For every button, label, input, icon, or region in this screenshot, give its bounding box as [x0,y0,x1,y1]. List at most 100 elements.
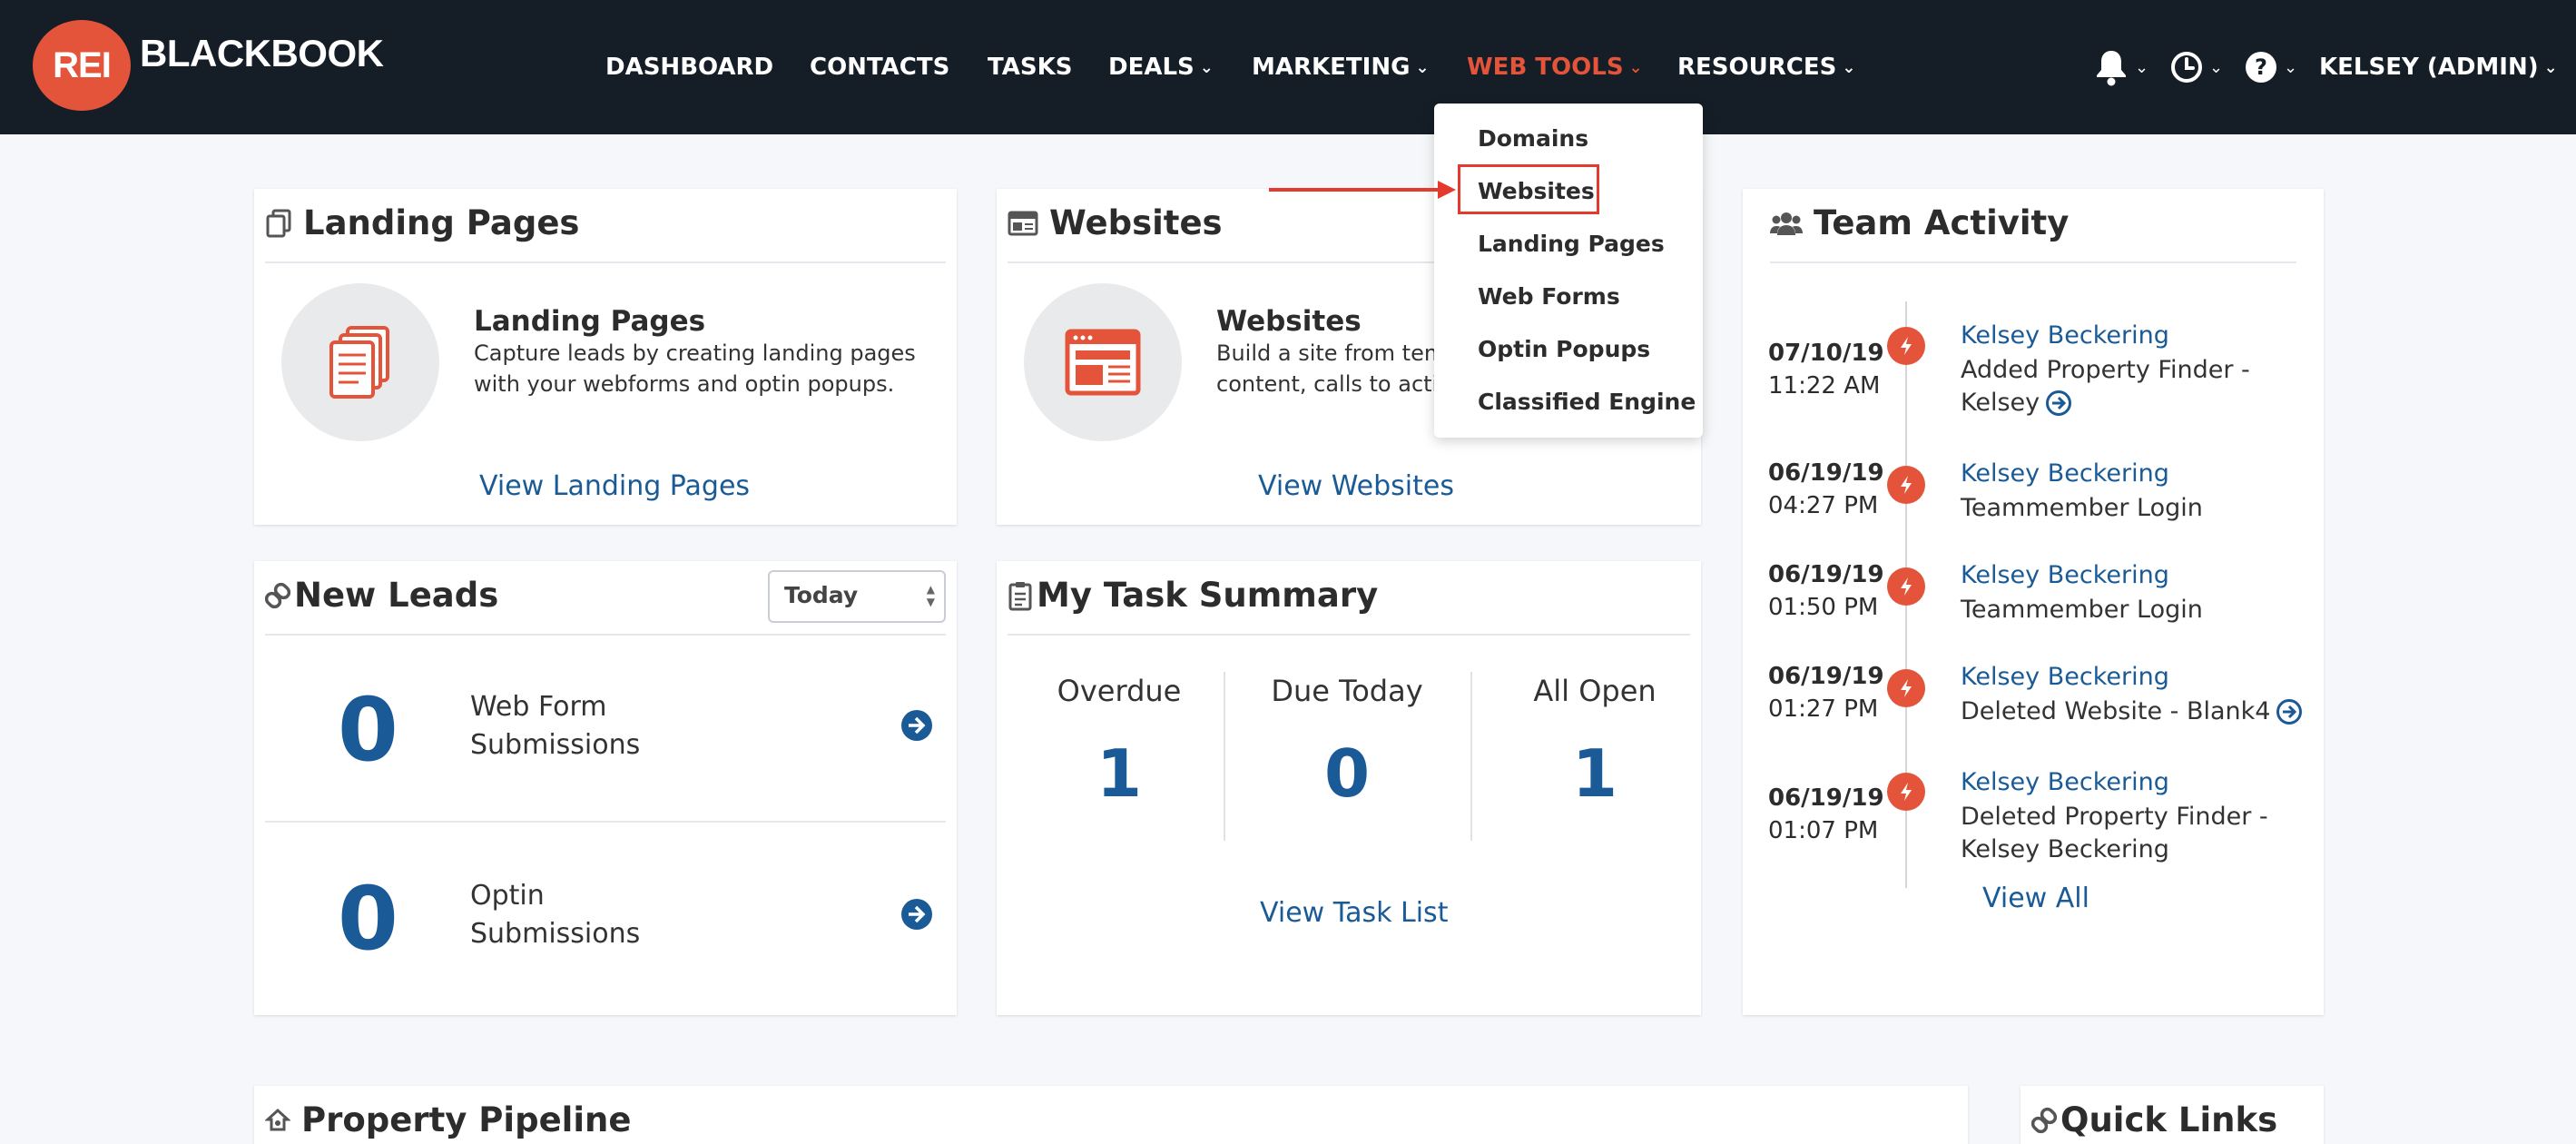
history-button[interactable]: ⌄ [2169,45,2223,89]
nav-resources[interactable]: RESOURCES ⌄ [1677,47,1855,87]
activity-date: 07/10/19 [1768,340,1884,367]
task-summary-panel: My Task Summary Overdue 1 Due Today 0 Al… [997,561,1701,1015]
nav-deals[interactable]: DEALS ⌄ [1108,47,1214,87]
label-line: Submissions [470,729,641,761]
top-navbar: REI BLACKBOOK DASHBOARD CONTACTS TASKS D… [0,0,2576,134]
nav-dashboard-label: DASHBOARD [605,54,774,81]
activity-date: 06/19/19 [1768,459,1884,487]
menu-item-optin-popups[interactable]: Optin Popups [1478,336,1650,362]
activity-text: Deleted Website - Blank4 [1961,695,2306,728]
description-line: with your webforms and optin popups. [474,371,895,397]
activity-user-link[interactable]: Kelsey Beckering [1961,459,2169,488]
activity-text: Teammember Login [1961,596,2203,624]
new-leads-title: New Leads [294,576,499,615]
all-open-label: All Open [1533,674,1657,708]
activity-time: 04:27 PM [1768,492,1879,519]
help-icon: ? [2246,52,2276,83]
brand-logo[interactable]: REI BLACKBOOK [33,20,384,111]
optin-label: Optin Submissions [470,877,640,953]
arrow-circle-right-icon[interactable] [900,709,933,742]
logo-badge: REI [33,20,131,111]
overdue-label: Overdue [1057,674,1182,708]
menu-item-domains[interactable]: Domains [1478,125,1588,152]
task-summary-title: My Task Summary [1037,576,1379,615]
feature-description: Capture leads by creating landing pages … [474,338,946,399]
due-today-count[interactable]: 0 [1224,735,1470,812]
clock-icon [2171,52,2202,83]
arrow-circle-right-icon[interactable] [2045,390,2072,417]
landing-pages-title: Landing Pages [303,203,580,242]
view-task-list-link[interactable]: View Task List [1260,897,1448,929]
description-line: Capture leads by creating landing pages [474,340,916,366]
panel-title: Websites [1008,203,1223,242]
panel-title: Quick Links [2031,1100,2277,1139]
web-form-count: 0 [338,679,398,781]
activity-time: 01:50 PM [1768,594,1879,621]
divider [265,821,946,823]
activity-user-link[interactable]: Kelsey Beckering [1961,321,2169,350]
web-tools-dropdown: Domains Websites Landing Pages Web Forms… [1434,104,1703,438]
chevron-down-icon: ⌄ [1199,58,1214,77]
activity-text: Teammember Login [1961,494,2203,522]
activity-line: Added Property Finder - [1961,356,2250,384]
web-form-label: Web Form Submissions [470,688,640,764]
menu-item-landing-pages[interactable]: Landing Pages [1478,231,1665,257]
arrow-circle-right-icon[interactable] [2276,698,2303,725]
nav-web-tools[interactable]: WEB TOOLS ⌄ [1467,47,1643,87]
arrow-circle-right-icon[interactable] [900,898,933,931]
chevron-down-icon: ⌄ [2543,58,2558,77]
divider [265,261,946,263]
activity-text: Deleted Property Finder - Kelsey Beckeri… [1961,801,2287,866]
panel-title: Property Pipeline [265,1100,631,1139]
menu-item-classified-engine[interactable]: Classified Engine [1478,389,1696,415]
nav-web-tools-label: WEB TOOLS [1467,54,1624,81]
activity-date: 06/19/19 [1768,663,1884,690]
highlight-box [1458,164,1599,214]
house-gear-icon [265,1108,290,1133]
website-icon [1065,329,1141,396]
label-line: Optin [470,880,545,912]
websites-illustration [1024,283,1182,441]
activity-text: Added Property Finder - Kelsey [1961,354,2287,419]
svg-text:?: ? [2255,54,2267,80]
menu-item-web-forms[interactable]: Web Forms [1478,283,1620,310]
chevron-down-icon: ⌄ [1628,58,1643,77]
activity-dot [1887,669,1925,707]
label-line: Web Form [470,691,607,723]
activity-user-link[interactable]: Kelsey Beckering [1961,663,2169,691]
property-pipeline-title: Property Pipeline [301,1100,632,1139]
landing-pages-icon [329,326,389,399]
user-menu[interactable]: KELSEY (ADMIN) ⌄ [2319,47,2558,87]
activity-user-link[interactable]: Kelsey Beckering [1961,768,2169,796]
view-all-activity-link[interactable]: View All [1982,883,2089,914]
logo-wordmark: BLACKBOOK [140,32,384,74]
view-websites-link[interactable]: View Websites [1258,470,1454,502]
activity-dot [1887,466,1925,504]
activity-line: Kelsey Beckering [1961,835,2169,863]
nav-marketing[interactable]: MARKETING ⌄ [1252,47,1430,87]
activity-dot [1887,567,1925,606]
nav-contacts[interactable]: CONTACTS [810,47,949,87]
due-today-label: Due Today [1271,674,1423,708]
nav-dashboard[interactable]: DASHBOARD [605,47,773,87]
new-leads-panel: New Leads Today ▲ ▼ 0 Web Form Submission… [254,561,957,1015]
activity-date: 06/19/19 [1768,561,1884,588]
bell-icon [2097,51,2126,86]
divider [1008,634,1690,636]
quick-links-panel: Quick Links [2020,1086,2324,1144]
notifications-button[interactable]: ⌄ [2093,45,2148,89]
help-button[interactable]: ? ⌄ [2244,45,2297,89]
lightning-icon [1901,577,1912,596]
view-landing-pages-link[interactable]: View Landing Pages [479,470,750,502]
optin-count: 0 [338,868,398,970]
overdue-count[interactable]: 1 [997,735,1242,812]
team-activity-panel: Team Activity 07/10/19 11:22 AM Kelsey B… [1743,189,2324,1015]
all-open-count[interactable]: 1 [1472,735,1717,812]
lightning-icon [1901,476,1912,494]
nav-contacts-label: CONTACTS [810,54,950,81]
websites-title: Websites [1049,203,1223,242]
date-range-select[interactable]: Today ▲ ▼ [768,570,946,623]
nav-tasks[interactable]: TASKS [988,47,1072,87]
activity-user-link[interactable]: Kelsey Beckering [1961,561,2169,589]
activity-time: 01:27 PM [1768,695,1879,723]
